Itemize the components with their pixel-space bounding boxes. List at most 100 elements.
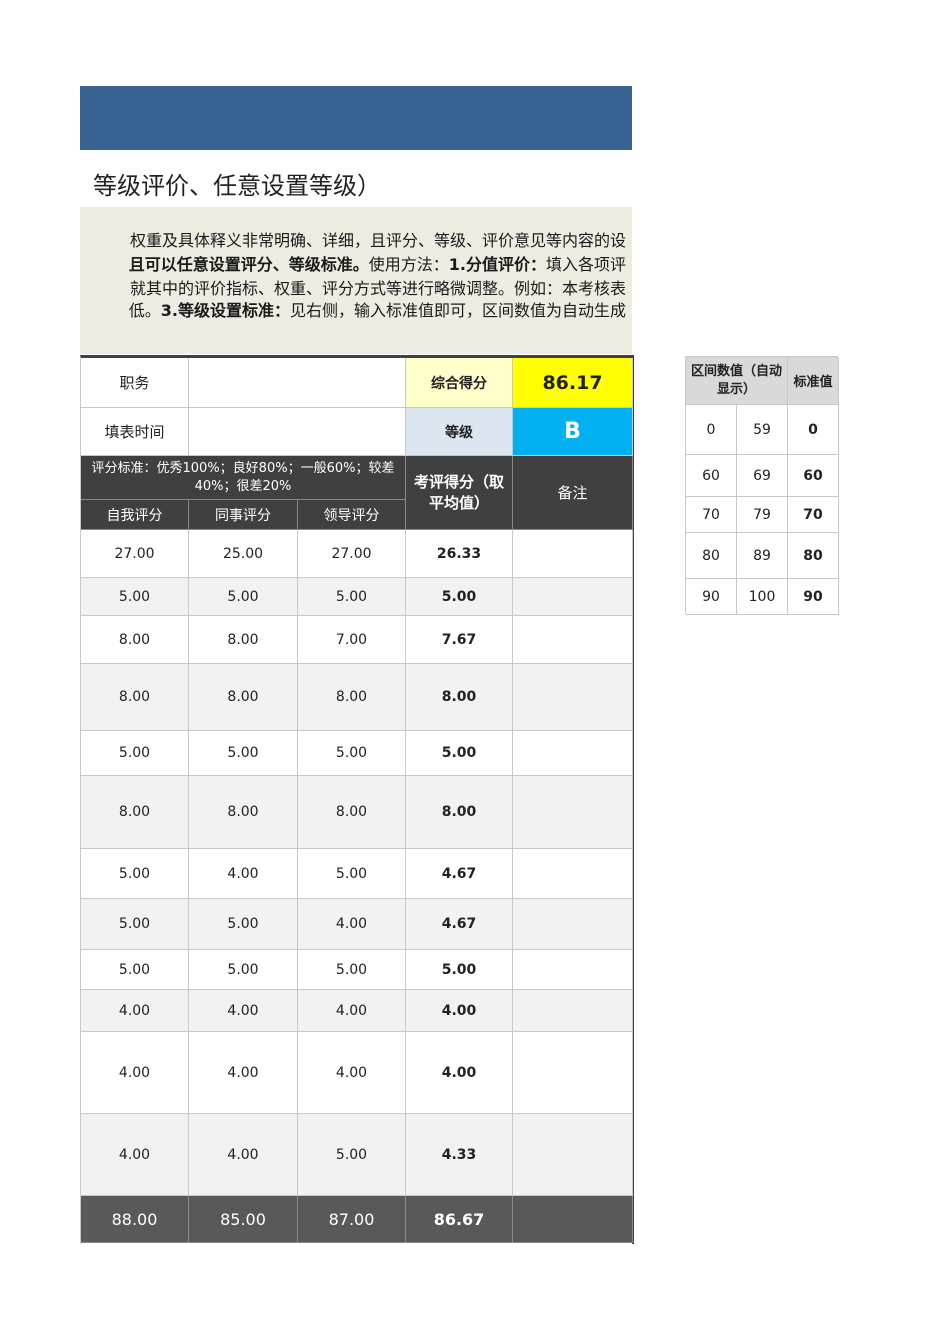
leader-score: 5.00 <box>298 1114 406 1196</box>
range-high: 100 <box>737 579 788 615</box>
peer-score: 5.00 <box>189 950 298 990</box>
standard-value[interactable]: 70 <box>788 497 839 533</box>
description-box: 权重及具体释义非常明确、详细，且评分、等级、评价意见等内容的设 且可以任意设置评… <box>80 207 632 354</box>
avg-score: 5.00 <box>406 578 513 616</box>
leader-score: 5.00 <box>298 849 406 899</box>
peer-score: 4.00 <box>189 990 298 1032</box>
avg-score: 8.00 <box>406 664 513 731</box>
avg-score: 4.33 <box>406 1114 513 1196</box>
remark-cell[interactable] <box>513 530 633 578</box>
evaluation-table: 职务 综合得分 86.17 填表时间 等级 B 评分标准：优秀100%；良好80… <box>80 355 634 1244</box>
remark-cell[interactable] <box>513 664 633 731</box>
self-score: 5.00 <box>81 849 189 899</box>
standard-value[interactable]: 80 <box>788 533 839 579</box>
standard-value[interactable]: 90 <box>788 579 839 615</box>
remark-cell[interactable] <box>513 731 633 776</box>
range-low: 0 <box>686 405 737 455</box>
range-low: 90 <box>686 579 737 615</box>
remark-cell[interactable] <box>513 776 633 849</box>
self-score: 4.00 <box>81 1032 189 1114</box>
total-avg-score: 86.67 <box>406 1196 513 1243</box>
avg-score: 5.00 <box>406 731 513 776</box>
standard-header: 标准值 <box>788 357 839 405</box>
avg-score-header: 考评得分（取平均值） <box>406 456 513 530</box>
grade-standard-table: 区间数值（自动显示） 标准值 0 59 0 60 69 60 70 79 70 80 89 80 90 1… <box>685 356 839 615</box>
leader-score: 5.00 <box>298 950 406 990</box>
avg-score: 4.00 <box>406 1032 513 1114</box>
date-label: 填表时间 <box>81 408 189 456</box>
remark-header: 备注 <box>513 456 633 530</box>
self-score-header: 自我评分 <box>81 500 189 530</box>
remark-cell[interactable] <box>513 990 633 1032</box>
avg-score: 4.00 <box>406 990 513 1032</box>
leader-score: 4.00 <box>298 1032 406 1114</box>
range-low: 80 <box>686 533 737 579</box>
total-score-value: 86.17 <box>513 358 633 408</box>
peer-score: 4.00 <box>189 1032 298 1114</box>
peer-score: 5.00 <box>189 578 298 616</box>
description-line-1: 权重及具体释义非常明确、详细，且评分、等级、评价意见等内容的设 <box>129 231 626 250</box>
leader-score: 4.00 <box>298 899 406 950</box>
grade-label: 等级 <box>406 408 513 456</box>
total-self-score: 88.00 <box>81 1196 189 1243</box>
self-score: 4.00 <box>81 990 189 1032</box>
leader-score: 8.00 <box>298 664 406 731</box>
position-input[interactable] <box>189 358 406 408</box>
range-low: 70 <box>686 497 737 533</box>
range-header: 区间数值（自动显示） <box>686 357 788 405</box>
remark-cell[interactable] <box>513 849 633 899</box>
peer-score: 8.00 <box>189 664 298 731</box>
self-score: 5.00 <box>81 899 189 950</box>
peer-score: 4.00 <box>189 849 298 899</box>
description-line-2: 且可以任意设置评分、等级标准。使用方法：1.分值评价：填入各项评 <box>128 255 626 274</box>
self-score: 27.00 <box>81 530 189 578</box>
date-input[interactable] <box>189 408 406 456</box>
range-low: 60 <box>686 455 737 497</box>
leader-score: 5.00 <box>298 578 406 616</box>
standard-value[interactable]: 0 <box>788 405 839 455</box>
avg-score: 4.67 <box>406 849 513 899</box>
remark-cell[interactable] <box>513 1032 633 1114</box>
remark-cell[interactable] <box>513 950 633 990</box>
leader-score: 5.00 <box>298 731 406 776</box>
peer-score: 25.00 <box>189 530 298 578</box>
standard-value[interactable]: 60 <box>788 455 839 497</box>
leader-score: 8.00 <box>298 776 406 849</box>
avg-score: 4.67 <box>406 899 513 950</box>
avg-score: 8.00 <box>406 776 513 849</box>
avg-score: 26.33 <box>406 530 513 578</box>
page-subtitle: 等级评价、任意设置等级） <box>93 172 381 200</box>
peer-score: 5.00 <box>189 731 298 776</box>
range-high: 89 <box>737 533 788 579</box>
peer-score-header: 同事评分 <box>189 500 298 530</box>
total-score-label: 综合得分 <box>406 358 513 408</box>
leader-score-header: 领导评分 <box>298 500 406 530</box>
peer-score: 5.00 <box>189 899 298 950</box>
self-score: 8.00 <box>81 776 189 849</box>
title-banner <box>80 86 632 150</box>
remark-cell[interactable] <box>513 1114 633 1196</box>
self-score: 5.00 <box>81 731 189 776</box>
remark-cell[interactable] <box>513 616 633 664</box>
position-label: 职务 <box>81 358 189 408</box>
leader-score: 4.00 <box>298 990 406 1032</box>
self-score: 5.00 <box>81 578 189 616</box>
criteria-text: 评分标准：优秀100%；良好80%；一般60%；较差40%；很差20% <box>81 456 406 500</box>
self-score: 8.00 <box>81 616 189 664</box>
grade-value: B <box>513 408 633 456</box>
leader-score: 27.00 <box>298 530 406 578</box>
range-high: 79 <box>737 497 788 533</box>
avg-score: 7.67 <box>406 616 513 664</box>
leader-score: 7.00 <box>298 616 406 664</box>
avg-score: 5.00 <box>406 950 513 990</box>
self-score: 4.00 <box>81 1114 189 1196</box>
total-peer-score: 85.00 <box>189 1196 298 1243</box>
self-score: 5.00 <box>81 950 189 990</box>
total-remark-cell <box>513 1196 633 1243</box>
remark-cell[interactable] <box>513 578 633 616</box>
total-leader-score: 87.00 <box>298 1196 406 1243</box>
peer-score: 8.00 <box>189 776 298 849</box>
remark-cell[interactable] <box>513 899 633 950</box>
range-high: 59 <box>737 405 788 455</box>
range-high: 69 <box>737 455 788 497</box>
